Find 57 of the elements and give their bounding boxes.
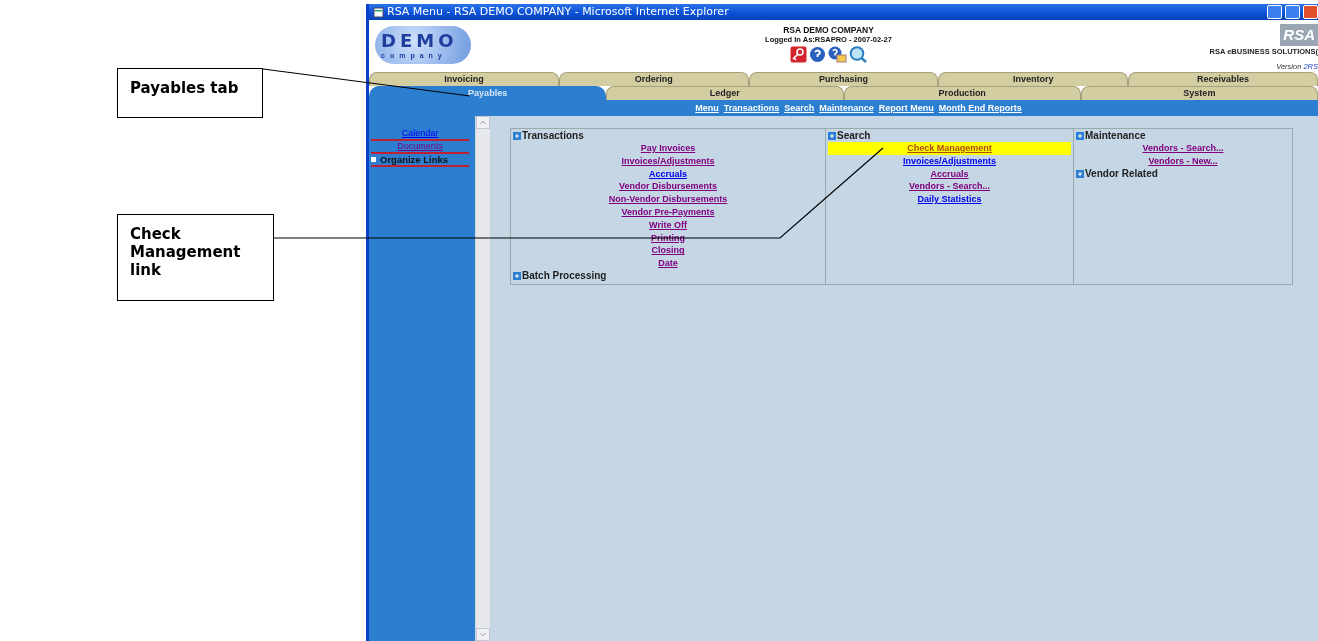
expand-icon[interactable] (513, 271, 521, 280)
bullet-icon (371, 157, 376, 162)
module-tab[interactable]: Ledger (606, 86, 844, 100)
module-tab[interactable]: Payables (369, 86, 607, 100)
menu-link[interactable]: Transactions (723, 100, 780, 116)
menu-link[interactable]: Check Management (828, 142, 1071, 155)
module-tab[interactable]: Receivables (1128, 72, 1318, 86)
menu-link[interactable]: Month End Reports (938, 100, 1022, 116)
menu-link[interactable]: Vendors - Search... (1076, 142, 1290, 155)
company-name: RSA DEMO COMPANY (782, 26, 875, 36)
menu-link[interactable]: Daily Statistics (828, 193, 1071, 206)
menu-link[interactable]: Invoices/Adjustments (513, 154, 823, 168)
menu-link[interactable]: Vendor Disbursements (513, 180, 823, 194)
section-title: Transactions (522, 130, 584, 142)
menu-link[interactable]: Pay Invoices (513, 142, 823, 155)
menu-link[interactable]: Report Menu (878, 100, 934, 116)
menu-link[interactable]: Date (513, 257, 823, 270)
module-tab[interactable]: Production (843, 86, 1081, 100)
menu-link[interactable]: Search (784, 100, 815, 116)
help-globe-icon[interactable] (809, 46, 826, 64)
module-tab[interactable]: Ordering (558, 72, 749, 86)
module-tab[interactable]: Inventory (938, 72, 1129, 86)
menu-link[interactable]: Maintenance (819, 100, 874, 116)
close-button[interactable] (1303, 5, 1318, 19)
search-icon[interactable] (849, 46, 867, 64)
section-title: Maintenance (1085, 130, 1146, 142)
help-mail-icon[interactable] (828, 46, 847, 64)
menu-link[interactable]: Menu (695, 100, 719, 116)
menu-link[interactable]: Write Off (513, 218, 823, 232)
menu-link[interactable]: Printing (513, 231, 823, 245)
sidebar-toggle[interactable]: Organize Links (380, 154, 449, 165)
menu-link[interactable]: Vendors - Search... (828, 180, 1071, 194)
menu-link[interactable]: Closing (513, 244, 823, 258)
minimize-button[interactable] (1267, 5, 1282, 19)
expand-icon[interactable] (828, 132, 836, 140)
menu-link[interactable]: Accruals (828, 167, 1071, 181)
browser-page-icon (373, 6, 384, 18)
callout-label: Payables tab (117, 68, 263, 118)
menu-link[interactable]: Vendor Pre-Payments (513, 206, 823, 219)
expand-icon[interactable] (513, 132, 521, 140)
maximize-button[interactable] (1285, 5, 1300, 19)
expand-icon[interactable] (1076, 132, 1084, 140)
menu-link[interactable]: Accruals (513, 167, 823, 181)
section-title: Vendor Related (1085, 167, 1158, 180)
callout-label: Check Management link (117, 214, 274, 301)
menu-link[interactable]: Non-Vendor Disbursements (513, 193, 823, 206)
expand-icon[interactable] (1076, 169, 1084, 178)
module-tab[interactable]: Invoicing (369, 72, 559, 86)
menu-link[interactable]: Vendors - New... (1076, 154, 1290, 168)
key-icon[interactable] (790, 46, 807, 64)
window-title: RSA Menu - RSA DEMO COMPANY - Microsoft Internet Explorer (387, 3, 729, 20)
section-title: Search (837, 130, 871, 142)
menu-link[interactable]: Invoices/Adjustments (828, 154, 1071, 168)
module-tab[interactable]: System (1080, 86, 1318, 100)
section-title: Batch Processing (522, 269, 607, 282)
module-tab[interactable]: Purchasing (748, 72, 939, 86)
brand-logo: RSA (1280, 24, 1318, 46)
